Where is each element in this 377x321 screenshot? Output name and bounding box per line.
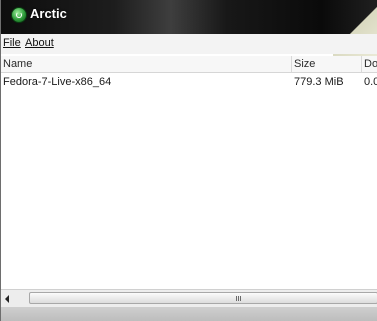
scrollbar-grip	[236, 296, 242, 301]
arctic-window: Arctic File About Name Size Do Fedora-7-…	[0, 0, 377, 321]
column-header-size[interactable]: Size	[294, 58, 315, 70]
arctic-app-icon	[11, 7, 27, 23]
window-title: Arctic	[30, 6, 67, 21]
row-size: 779.3 MiB	[294, 76, 344, 88]
row-done: 0.0	[364, 76, 377, 88]
table-row[interactable]: Fedora-7-Live-x86_64 779.3 MiB 0.0	[1, 75, 377, 91]
row-name: Fedora-7-Live-x86_64	[3, 76, 112, 88]
menu-file[interactable]: File	[3, 37, 21, 49]
list-header: Name Size Do	[1, 56, 377, 73]
horizontal-scrollbar[interactable]	[1, 289, 377, 307]
window-bottom-edge	[1, 307, 377, 321]
menu-bar: File About	[1, 34, 377, 54]
scroll-left-arrow-icon[interactable]	[5, 295, 9, 303]
menu-about-label: About	[25, 37, 54, 49]
column-separator[interactable]	[291, 56, 292, 72]
title-bar[interactable]: Arctic	[1, 0, 377, 34]
menu-about[interactable]: About	[25, 37, 54, 49]
column-separator[interactable]	[361, 56, 362, 72]
scrollbar-thumb[interactable]	[29, 292, 377, 304]
column-header-name[interactable]: Name	[3, 58, 32, 70]
column-header-done[interactable]: Do	[364, 58, 377, 70]
menu-file-label: File	[3, 37, 21, 49]
